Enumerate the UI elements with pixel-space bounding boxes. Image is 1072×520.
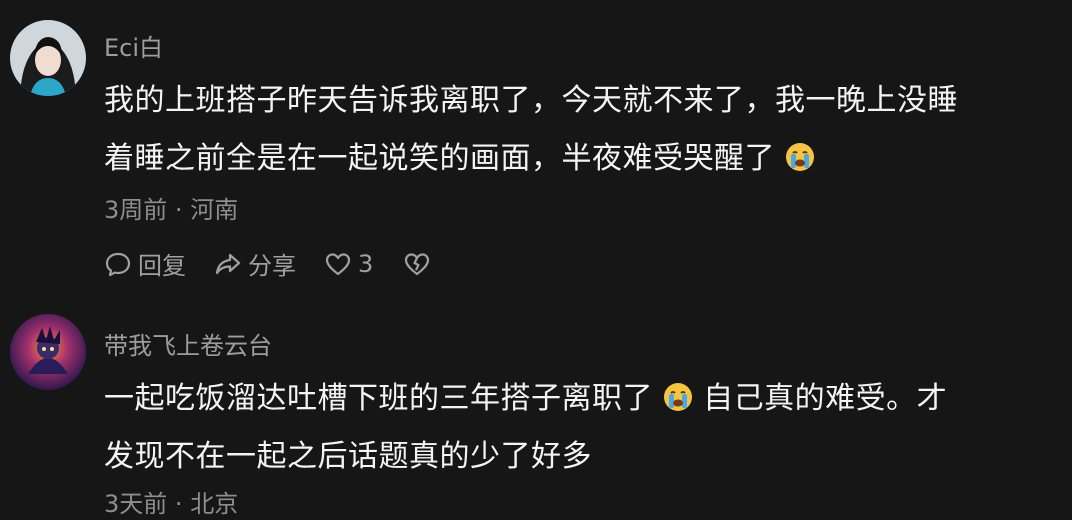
crying-face-emoji-icon <box>786 143 815 171</box>
avatar[interactable] <box>10 20 86 96</box>
comment-text-line: 自己真的难受。才 <box>703 381 948 416</box>
like-count: 3 <box>358 249 374 278</box>
comment-text-line: 一起吃饭溜达吐槽下班的三年搭子离职了 <box>104 381 653 416</box>
username[interactable]: Eci白 <box>104 28 163 63</box>
comment-text: 我的上班搭子昨天告诉我离职了，今天就不来了，我一晚上没睡 着睡之前全是在一起说笑… <box>104 72 1054 188</box>
comment-item: Eci白 我的上班搭子昨天告诉我离职了，今天就不来了，我一晚上没睡 着睡之前全是… <box>0 0 1072 290</box>
crying-face-emoji-icon <box>664 383 693 411</box>
comment-meta: 3天前 · 北京 <box>104 484 238 519</box>
separator: · <box>174 196 183 224</box>
speech-bubble-icon <box>105 252 131 276</box>
broken-heart-icon <box>405 252 430 275</box>
share-label: 分享 <box>248 252 296 280</box>
reply-button[interactable]: 回复 <box>104 246 186 281</box>
heart-icon <box>325 252 351 275</box>
timestamp: 3天前 <box>104 490 168 518</box>
dislike-button[interactable] <box>403 250 437 278</box>
share-arrow-icon <box>215 253 241 274</box>
comment-text-line: 着睡之前全是在一起说笑的画面，半夜难受哭醒了 <box>104 141 775 176</box>
comment-item: 带我飞上卷云台 一起吃饭溜达吐槽下班的三年搭子离职了 自己真的难受。才 发现不在… <box>0 290 1072 520</box>
comment-text-line: 发现不在一起之后话题真的少了好多 <box>104 439 592 474</box>
timestamp: 3周前 <box>104 196 168 224</box>
avatar[interactable] <box>10 314 86 390</box>
comment-actions: 回复 分享 3 <box>104 246 465 281</box>
username[interactable]: 带我飞上卷云台 <box>104 326 272 361</box>
location: 北京 <box>190 490 239 518</box>
comment-text-line: 我的上班搭子昨天告诉我离职了，今天就不来了，我一晚上没睡 <box>104 83 958 118</box>
like-button[interactable]: 3 <box>324 250 373 278</box>
location: 河南 <box>190 196 239 224</box>
separator: · <box>174 490 183 518</box>
comment-text: 一起吃饭溜达吐槽下班的三年搭子离职了 自己真的难受。才 发现不在一起之后话题真的… <box>104 370 1054 486</box>
share-button[interactable]: 分享 <box>214 246 296 281</box>
comment-meta: 3周前 · 河南 <box>104 190 238 225</box>
reply-label: 回复 <box>138 252 186 280</box>
